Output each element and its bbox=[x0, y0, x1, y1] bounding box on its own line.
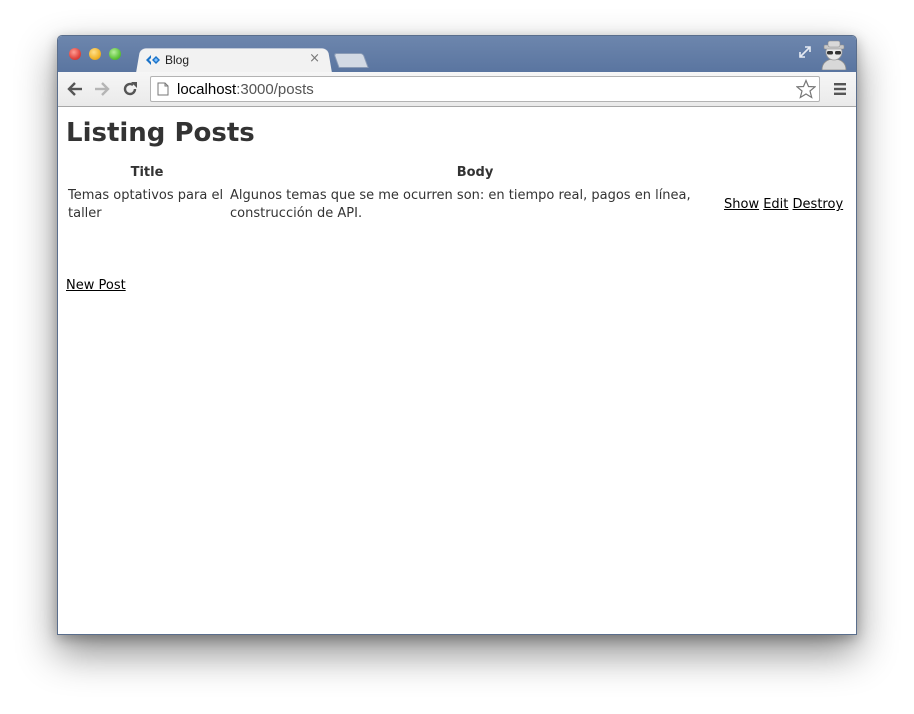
bookmark-star-icon[interactable] bbox=[796, 79, 816, 99]
url-host: localhost bbox=[177, 81, 237, 98]
url-text[interactable]: localhost:3000/posts bbox=[177, 81, 314, 98]
new-post-link[interactable]: New Post bbox=[66, 278, 126, 293]
page-content: Listing Posts Title Body Temas optativos… bbox=[58, 108, 856, 634]
table-row: Temas optativos para el taller Algunos t… bbox=[66, 186, 850, 224]
title-bar: Blog × bbox=[58, 36, 856, 73]
browser-toolbar: localhost:3000/posts bbox=[58, 72, 856, 107]
address-bar[interactable]: localhost:3000/posts bbox=[150, 76, 820, 102]
post-body-cell: Algunos temas que se me ocurren son: en … bbox=[230, 188, 691, 221]
destroy-link[interactable]: Destroy bbox=[793, 197, 844, 212]
actions-column-header bbox=[722, 163, 850, 186]
page-icon bbox=[157, 82, 169, 96]
reload-icon[interactable] bbox=[121, 80, 139, 98]
table-header-row: Title Body bbox=[66, 163, 850, 186]
back-arrow-icon[interactable] bbox=[66, 80, 84, 98]
edit-link[interactable]: Edit bbox=[763, 197, 788, 212]
favicon-icon bbox=[146, 55, 160, 65]
posts-table: Title Body Temas optativos para el talle… bbox=[66, 163, 850, 224]
close-window-button[interactable] bbox=[69, 48, 81, 60]
post-title-cell: Temas optativos para el taller bbox=[68, 188, 224, 221]
browser-window: Blog × localhost:3000/posts Listing Post… bbox=[57, 35, 857, 635]
fullscreen-icon[interactable] bbox=[798, 45, 812, 59]
page-title: Listing Posts bbox=[66, 118, 255, 148]
menu-icon[interactable] bbox=[833, 82, 847, 96]
zoom-window-button[interactable] bbox=[109, 48, 121, 60]
tab-title: Blog bbox=[165, 53, 190, 67]
tab-blog-content[interactable]: Blog × bbox=[146, 49, 326, 71]
show-link[interactable]: Show bbox=[724, 197, 759, 212]
body-column-header: Body bbox=[456, 165, 494, 180]
tab-close-icon[interactable]: × bbox=[309, 51, 320, 66]
new-tab-button[interactable] bbox=[333, 53, 369, 68]
minimize-window-button[interactable] bbox=[89, 48, 101, 60]
url-path: :3000/posts bbox=[236, 81, 314, 98]
post-actions-cell: Show Edit Destroy bbox=[722, 186, 850, 224]
forward-arrow-icon[interactable] bbox=[93, 80, 111, 98]
incognito-icon bbox=[821, 40, 847, 70]
title-column-header: Title bbox=[130, 165, 164, 180]
